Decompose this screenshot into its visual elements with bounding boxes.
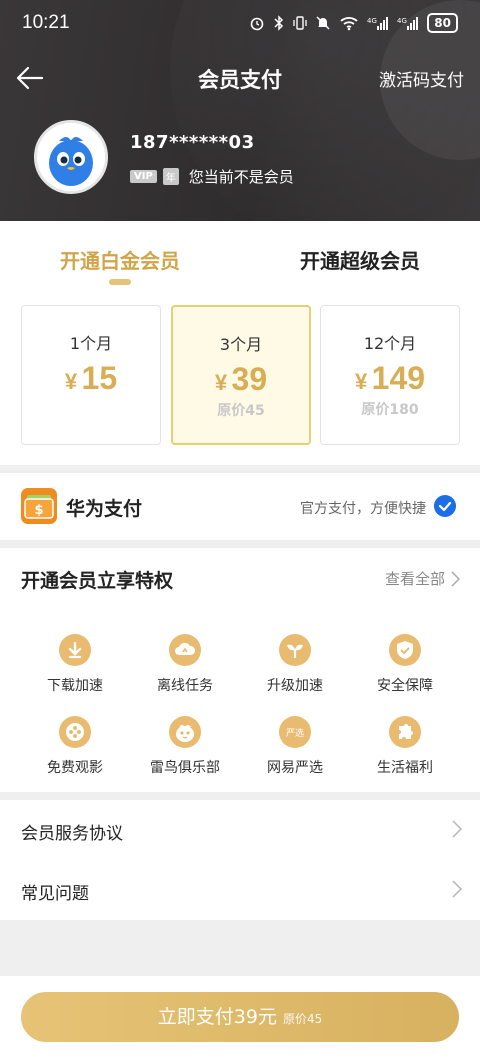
bird-avatar-icon [37, 123, 105, 191]
mute-icon [316, 16, 330, 30]
sprout-icon [279, 634, 311, 666]
price-value: 149 [371, 360, 426, 396]
download-accel-icon [59, 634, 91, 666]
plan-duration: 1个月 [69, 334, 113, 353]
privileges-title: 开通会员立享特权 [21, 570, 174, 592]
signal-4g-icon: 4G [397, 17, 419, 30]
privilege-item[interactable]: 严选 网易严选 [240, 716, 350, 777]
tab-platinum[interactable]: 开通白金会员 [60, 245, 180, 274]
status-bar: 10:21 4G 4G 80 [0, 0, 480, 48]
payment-desc: 官方支付，方便快捷 [300, 501, 426, 517]
privilege-label: 免费观影 [47, 760, 103, 776]
activation-code-pay-link[interactable]: 激活码支付 [379, 66, 464, 91]
plan-price: ¥ 15 [22, 360, 160, 397]
privilege-label: 下载加速 [47, 678, 103, 694]
original-price: 原价45 [217, 403, 265, 419]
year-badge: 年 [162, 168, 179, 185]
plan-section: 开通白金会员 开通超级会员 1个月 ¥ 15 3个月 ¥ 39 原价45 12个… [0, 221, 480, 465]
yanxuan-icon: 严选 [279, 716, 311, 748]
user-phone: 187******03 [130, 132, 255, 153]
member-status: 您当前不是会员 [188, 168, 294, 186]
signal-4g-icon: 4G [367, 17, 389, 30]
svg-text:$: $ [34, 503, 43, 518]
battery-indicator: 80 [427, 13, 458, 33]
privilege-item[interactable]: 生活福利 [350, 716, 460, 777]
avatar[interactable] [34, 120, 108, 194]
header: 10:21 4G 4G 80 会员支付 激活码支付 187******03 VI… [0, 0, 480, 221]
currency-symbol: ¥ [214, 370, 228, 395]
tab-indicator [109, 279, 131, 285]
privilege-item[interactable]: 免费观影 [20, 716, 130, 777]
bottom-bar: 立即支付39元 原价45 [0, 976, 480, 1058]
nav-bar: 会员支付 激活码支付 [0, 56, 480, 100]
status-icons: 4G 4G 80 [249, 13, 458, 33]
privilege-item[interactable]: 升级加速 [240, 634, 350, 695]
vip-badge: VIP [130, 170, 157, 183]
privilege-item[interactable]: 雷鸟俱乐部 [130, 716, 240, 777]
view-all-label: 查看全部 [384, 570, 445, 588]
original-price: 原价180 [361, 402, 419, 418]
plan-price: ¥ 39 [173, 361, 309, 398]
price-value: 15 [81, 360, 118, 396]
alarm-icon [250, 17, 264, 31]
tab-super[interactable]: 开通超级会员 [300, 245, 420, 274]
bluetooth-icon [274, 15, 284, 31]
plan-duration: 12个月 [363, 334, 417, 353]
svg-text:4G: 4G [367, 17, 377, 25]
shield-icon [389, 634, 421, 666]
privilege-label: 升级加速 [267, 678, 323, 694]
pay-button-original: 原价45 [282, 1012, 323, 1026]
privilege-label: 网易严选 [267, 760, 323, 776]
pay-button-label: 立即支付39元 [157, 1006, 277, 1028]
plan-duration: 3个月 [219, 335, 263, 354]
row-label: 常见问题 [21, 884, 89, 904]
bird-face-icon [169, 716, 201, 748]
vibrate-icon [293, 16, 307, 30]
currency-symbol: ¥ [354, 369, 368, 394]
price-value: 39 [231, 361, 268, 397]
wifi-icon [340, 17, 358, 31]
currency-symbol: ¥ [64, 369, 78, 394]
yanxuan-icon-text: 严选 [286, 727, 304, 739]
link-list: 会员服务协议 常见问题 [0, 800, 480, 920]
check-icon[interactable] [434, 495, 456, 517]
chevron-right-icon [451, 570, 460, 587]
privilege-item[interactable]: 离线任务 [130, 634, 240, 695]
privilege-item[interactable]: 下载加速 [20, 634, 130, 695]
privilege-label: 离线任务 [157, 678, 213, 694]
plan-card-3-month[interactable]: 3个月 ¥ 39 原价45 [171, 305, 311, 445]
payment-name: 华为支付 [66, 498, 143, 520]
privileges-section: 开通会员立享特权 查看全部 下载加速 离线任务 升级加速 安全保障 免费观影 雷… [0, 548, 480, 792]
wallet-icon: $ [21, 488, 57, 524]
payment-method-row[interactable]: $ 华为支付 官方支付，方便快捷 [0, 473, 480, 540]
faq-row[interactable]: 常见问题 [0, 860, 480, 920]
chevron-right-icon [452, 880, 462, 898]
privilege-label: 雷鸟俱乐部 [150, 760, 220, 776]
plan-card-12-month[interactable]: 12个月 ¥ 149 原价180 [320, 305, 460, 445]
plan-card-1-month[interactable]: 1个月 ¥ 15 [21, 305, 161, 445]
view-all-link[interactable]: 查看全部 [385, 568, 460, 589]
privilege-item[interactable]: 安全保障 [350, 634, 460, 695]
plan-price: ¥ 149 [321, 360, 459, 397]
film-reel-icon [59, 716, 91, 748]
cloud-offline-icon [169, 634, 201, 666]
svg-text:4G: 4G [397, 17, 407, 25]
chevron-right-icon [452, 820, 462, 838]
privilege-label: 生活福利 [377, 760, 433, 776]
member-badges: VIP 年 您当前不是会员 [130, 166, 294, 187]
service-agreement-row[interactable]: 会员服务协议 [0, 800, 480, 860]
pay-now-button[interactable]: 立即支付39元 原价45 [21, 992, 459, 1042]
status-time: 10:21 [22, 12, 70, 33]
puzzle-icon [389, 716, 421, 748]
privilege-label: 安全保障 [377, 678, 433, 694]
row-label: 会员服务协议 [21, 824, 123, 844]
